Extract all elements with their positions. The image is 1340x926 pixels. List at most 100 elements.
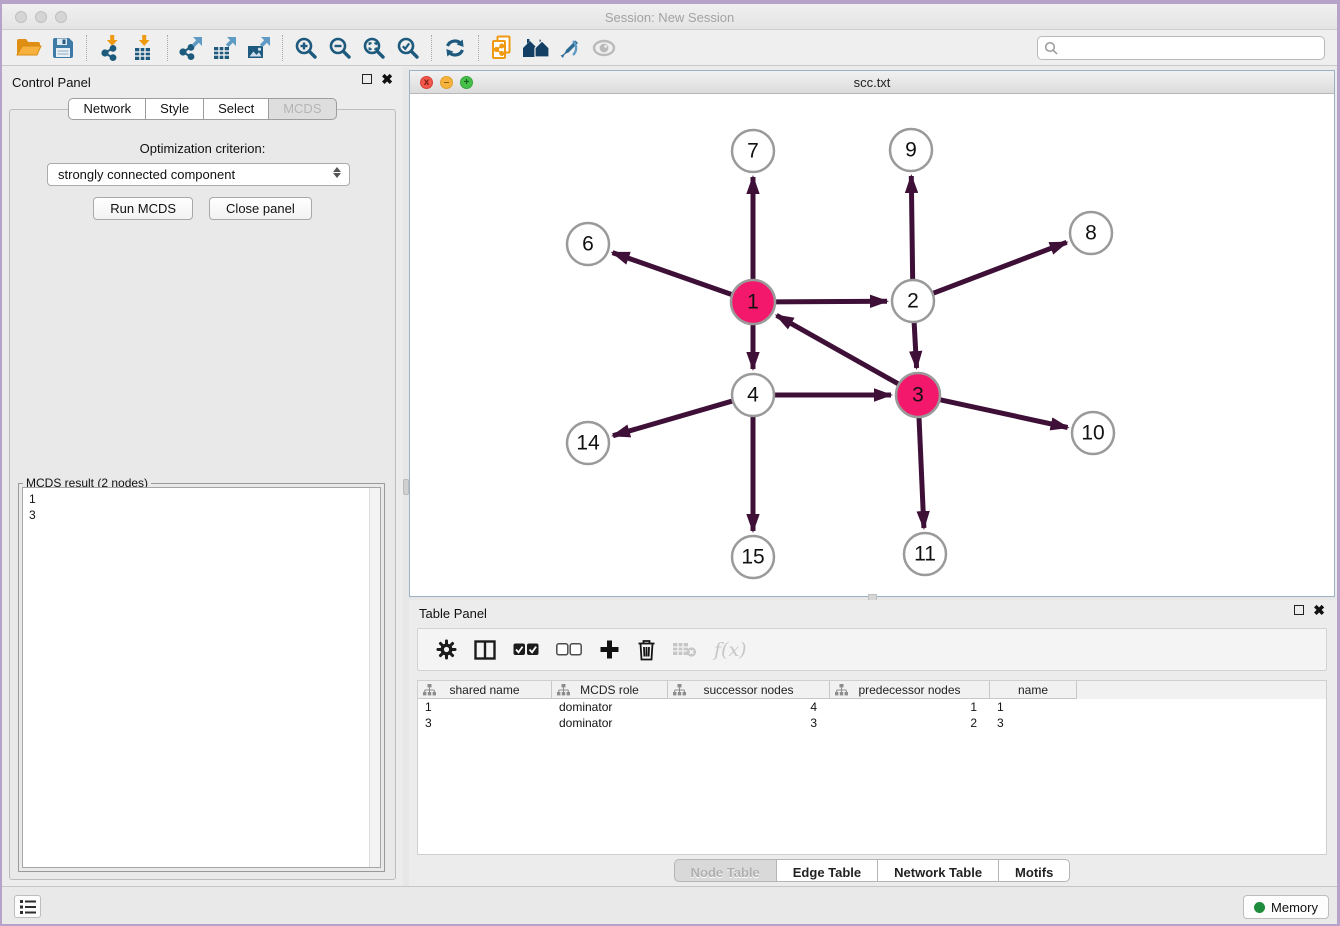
window-title: Session: New Session (2, 10, 1337, 25)
node-8[interactable]: 8 (1070, 212, 1112, 254)
import-table-icon[interactable] (127, 33, 161, 63)
table-row[interactable]: 3dominator323 (418, 715, 1326, 731)
table-header-row: shared nameMCDS rolesuccessor nodesprede… (418, 681, 1326, 699)
table-delete-icon (673, 641, 697, 658)
column-header-predecessor-nodes[interactable]: predecessor nodes (830, 681, 990, 699)
close-panel-icon[interactable]: ✖ (381, 74, 393, 84)
refresh-icon[interactable] (438, 33, 472, 63)
search-box[interactable] (1037, 36, 1325, 60)
tab-mcds[interactable]: MCDS (268, 98, 336, 120)
tab-select[interactable]: Select (203, 98, 268, 120)
cb-unchecked-icon[interactable] (556, 643, 582, 656)
edge-2-3[interactable] (914, 320, 917, 368)
table-cell[interactable]: 2 (830, 715, 990, 731)
table-cell[interactable]: 1 (990, 699, 1077, 715)
toolbar-separator (478, 35, 479, 61)
tab-network-table[interactable]: Network Table (877, 859, 998, 882)
open-folder-icon[interactable] (12, 33, 46, 63)
task-history-button[interactable] (14, 895, 41, 918)
trash-icon[interactable] (637, 639, 656, 661)
style-paint-icon[interactable] (553, 33, 587, 63)
zoom-out-icon[interactable] (323, 33, 357, 63)
float-panel-icon[interactable] (362, 74, 372, 84)
tab-network[interactable]: Network (68, 98, 145, 120)
zoom-selected-icon[interactable] (391, 33, 425, 63)
node-3[interactable]: 3 (896, 373, 940, 417)
edge-3-10[interactable] (938, 399, 1068, 427)
table-float-icon[interactable] (1294, 605, 1304, 615)
node-14[interactable]: 14 (567, 422, 609, 464)
table-row[interactable]: 1dominator411 (418, 699, 1326, 715)
column-header-MCDS-role[interactable]: MCDS role (552, 681, 668, 699)
control-panel: Control Panel ✖ NetworkStyleSelectMCDS O… (2, 67, 403, 886)
edge-2-8[interactable] (931, 242, 1067, 294)
plus-icon[interactable] (599, 639, 620, 660)
cb-checked-icon[interactable] (513, 643, 539, 656)
table-cell[interactable]: 4 (668, 699, 830, 715)
tab-node-table[interactable]: Node Table (674, 859, 776, 882)
memory-status-icon (1254, 902, 1265, 913)
tab-edge-table[interactable]: Edge Table (776, 859, 877, 882)
node-1[interactable]: 1 (731, 280, 775, 324)
table-cell[interactable]: 1 (418, 699, 552, 715)
dropdown-chevrons-icon (333, 167, 341, 178)
edge-4-14[interactable] (613, 400, 735, 435)
node-label: 8 (1085, 222, 1097, 245)
table-panel: Table Panel ✖ f(x) shared nameMCDS roles… (409, 600, 1335, 886)
table-cell[interactable]: 3 (990, 715, 1077, 731)
table-cell[interactable]: 3 (668, 715, 830, 731)
table-cell[interactable]: dominator (552, 715, 668, 731)
export-image-icon[interactable] (242, 33, 276, 63)
mcds-result-textarea[interactable]: 13 (22, 487, 381, 868)
memory-button[interactable]: Memory (1243, 895, 1329, 919)
node-label: 3 (912, 384, 924, 407)
columns-icon[interactable] (474, 640, 496, 660)
node-11[interactable]: 11 (904, 533, 946, 575)
run-mcds-button[interactable]: Run MCDS (93, 197, 193, 220)
mcds-tab-content: Optimization criterion: strongly connect… (9, 109, 396, 880)
edge-2-9[interactable] (911, 176, 912, 282)
node-table[interactable]: shared nameMCDS rolesuccessor nodesprede… (417, 680, 1327, 855)
search-input[interactable] (1058, 37, 1324, 59)
edge-1-6[interactable] (613, 253, 735, 296)
zoom-fit-icon[interactable] (357, 33, 391, 63)
node-9[interactable]: 9 (890, 129, 932, 171)
home-icon[interactable] (519, 33, 553, 63)
clone-network-icon[interactable] (485, 33, 519, 63)
table-cell[interactable]: 1 (830, 699, 990, 715)
node-6[interactable]: 6 (567, 223, 609, 265)
column-header-name[interactable]: name (990, 681, 1077, 699)
export-table-icon[interactable] (208, 33, 242, 63)
node-10[interactable]: 10 (1072, 412, 1114, 454)
tab-style[interactable]: Style (145, 98, 203, 120)
close-panel-button[interactable]: Close panel (209, 197, 312, 220)
edge-3-11[interactable] (919, 415, 924, 528)
edge-3-1[interactable] (777, 315, 901, 385)
optimization-criterion-dropdown[interactable]: strongly connected component (47, 163, 350, 186)
tab-motifs[interactable]: Motifs (998, 859, 1070, 882)
node-label: 1 (747, 291, 759, 314)
import-network-icon[interactable] (93, 33, 127, 63)
column-header-successor-nodes[interactable]: successor nodes (668, 681, 830, 699)
node-15[interactable]: 15 (732, 536, 774, 578)
network-canvas[interactable]: 7 9 6 8 1 2 4 3 14 10 15 11 (410, 94, 1334, 596)
node-label: 11 (914, 543, 936, 566)
export-network-icon[interactable] (174, 33, 208, 63)
save-icon[interactable] (46, 33, 80, 63)
toolbar-separator (167, 35, 168, 61)
node-4[interactable]: 4 (732, 374, 774, 416)
zoom-in-icon[interactable] (289, 33, 323, 63)
control-panel-tabs: NetworkStyleSelectMCDS (2, 98, 403, 120)
table-close-icon[interactable]: ✖ (1313, 605, 1325, 615)
table-cell[interactable]: dominator (552, 699, 668, 715)
node-2[interactable]: 2 (892, 280, 934, 322)
table-cell[interactable]: 3 (418, 715, 552, 731)
node-7[interactable]: 7 (732, 130, 774, 172)
edge-1-2[interactable] (773, 301, 887, 302)
network-graph[interactable]: 7 9 6 8 1 2 4 3 14 10 15 11 (410, 94, 1339, 597)
result-scrollbar[interactable] (369, 488, 380, 867)
column-header-shared-name[interactable]: shared name (418, 681, 552, 699)
network-frame-titlebar[interactable]: x – + scc.txt (410, 71, 1334, 94)
gear-icon[interactable] (436, 639, 457, 660)
network-title: scc.txt (410, 75, 1334, 90)
